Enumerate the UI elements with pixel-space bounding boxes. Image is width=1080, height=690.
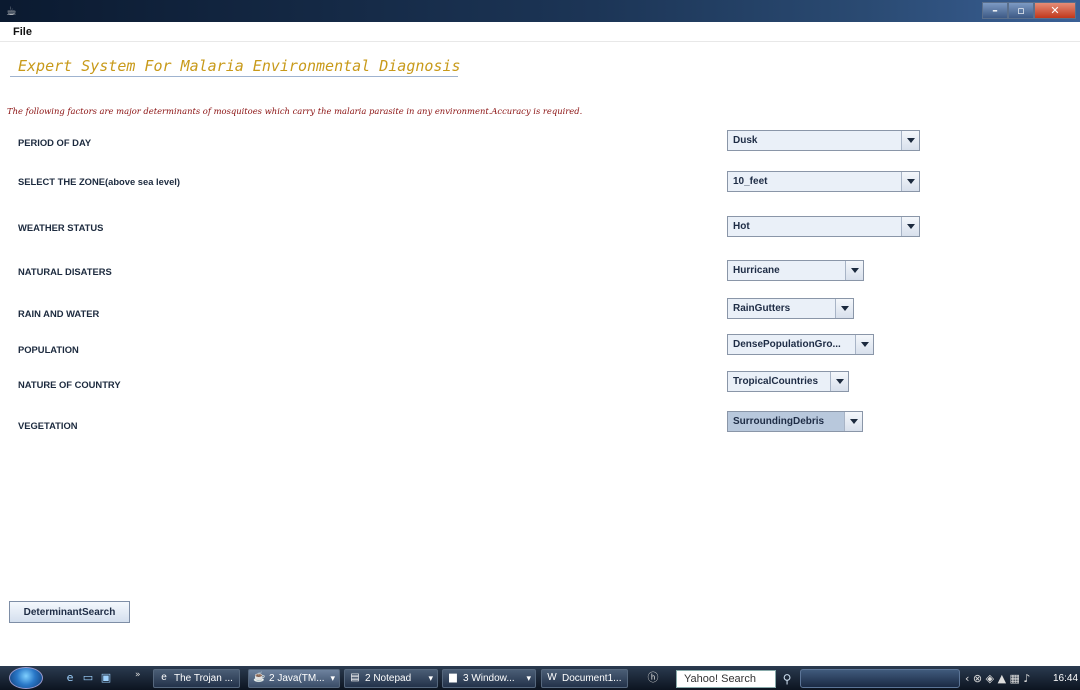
label-zone: SELECT THE ZONE(above sea level) xyxy=(18,176,181,187)
select-value: TropicalCountries xyxy=(733,376,819,387)
dropdown-arrow-icon[interactable] xyxy=(835,299,853,318)
close-button[interactable]: ✕ xyxy=(1034,2,1076,19)
menu-file[interactable]: File xyxy=(13,26,32,38)
select-value: Dusk xyxy=(733,135,758,146)
population-select[interactable]: DensePopulationGro... xyxy=(727,334,874,355)
select-value: 10_feet xyxy=(733,176,768,187)
label-nature-of-country: NATURE OF COUNTRY xyxy=(18,379,121,390)
tray-icons[interactable]: ‹ ⊗ ◈ ▲ ▦ ♪ xyxy=(965,670,1030,687)
switch-windows-icon[interactable]: ▣ xyxy=(98,671,114,685)
vegetation-select[interactable]: SurroundingDebris xyxy=(727,411,863,432)
select-value: Hot xyxy=(733,221,750,232)
period-of-day-select[interactable]: Dusk xyxy=(727,130,920,151)
chevron-down-icon: ▾ xyxy=(428,673,433,683)
folder-icon: ▆ xyxy=(449,672,457,683)
label-vegetation: VEGETATION xyxy=(18,420,78,431)
app-title: Expert System For Malaria Environmental … xyxy=(18,57,461,75)
taskbar-item-windows[interactable]: ▆ 3 Window... ▾ xyxy=(442,669,536,688)
ie-icon: e xyxy=(161,672,167,683)
label-weather-status: WEATHER STATUS xyxy=(18,222,104,233)
taskbar-item-label: 2 Notepad xyxy=(365,673,412,684)
ie-quicklaunch-icon[interactable]: e xyxy=(62,671,78,685)
hp-icon[interactable]: ⓗ xyxy=(640,671,666,685)
clock: 16:44 xyxy=(1053,673,1079,684)
window-controls: – ▫ ✕ xyxy=(982,2,1076,19)
title-underline xyxy=(10,76,458,77)
determinant-search-button[interactable]: DeterminantSearch xyxy=(9,601,130,623)
maximize-button[interactable]: ▫ xyxy=(1008,2,1034,19)
dropdown-arrow-icon[interactable] xyxy=(901,217,919,236)
chevron-down-icon: ▾ xyxy=(330,673,335,683)
yahoo-search-input[interactable]: Yahoo! Search xyxy=(676,670,776,688)
dropdown-arrow-icon[interactable] xyxy=(844,412,862,431)
label-population: POPULATION xyxy=(18,344,79,355)
minimize-button[interactable]: – xyxy=(982,2,1008,19)
start-button[interactable] xyxy=(9,667,43,689)
notepad-icon: ▤ xyxy=(350,672,360,683)
java-icon: ☕ xyxy=(253,672,266,683)
select-value: SurroundingDebris xyxy=(733,416,825,427)
chevron-down-icon: ▾ xyxy=(526,673,531,683)
media-toolbar[interactable] xyxy=(800,669,960,688)
select-value: DensePopulationGro... xyxy=(733,339,841,350)
taskbar-item-document[interactable]: W Document1... xyxy=(541,669,628,688)
taskbar-item-notepad[interactable]: ▤ 2 Notepad ▾ xyxy=(344,669,438,688)
dropdown-arrow-icon[interactable] xyxy=(855,335,873,354)
dropdown-arrow-icon[interactable] xyxy=(901,131,919,150)
label-rain-and-water: RAIN AND WATER xyxy=(18,308,100,319)
taskbar-item-label: Document1... xyxy=(562,673,622,684)
window-title-bar: ☕ – ▫ ✕ xyxy=(0,0,1080,22)
taskbar-item-java[interactable]: ☕ 2 Java(TM... ▾ xyxy=(248,669,340,688)
quicklaunch-chevron-icon[interactable]: » xyxy=(135,670,141,680)
natural-disasters-select[interactable]: Hurricane xyxy=(727,260,864,281)
taskbar-item-label: 3 Window... xyxy=(463,673,515,684)
dropdown-arrow-icon[interactable] xyxy=(901,172,919,191)
weather-status-select[interactable]: Hot xyxy=(727,216,920,237)
rain-and-water-select[interactable]: RainGutters xyxy=(727,298,854,319)
nature-of-country-select[interactable]: TropicalCountries xyxy=(727,371,849,392)
dropdown-arrow-icon[interactable] xyxy=(845,261,863,280)
taskbar-item-trojan[interactable]: e The Trojan ... xyxy=(153,669,240,688)
word-icon: W xyxy=(547,672,557,683)
taskbar-item-label: The Trojan ... xyxy=(174,673,233,684)
select-value: RainGutters xyxy=(733,303,791,314)
zone-select[interactable]: 10_feet xyxy=(727,171,920,192)
label-period-of-day: PERIOD OF DAY xyxy=(18,137,92,148)
intro-text: The following factors are major determin… xyxy=(7,106,583,116)
label-natural-disasters: NATURAL DISATERS xyxy=(18,266,112,277)
java-app-icon: ☕ xyxy=(6,4,17,18)
taskbar-item-label: 2 Java(TM... xyxy=(269,673,325,684)
select-value: Hurricane xyxy=(733,265,780,276)
search-icon[interactable]: ⚲ xyxy=(779,670,795,688)
menu-bar: File xyxy=(0,22,1080,42)
show-desktop-icon[interactable]: ▭ xyxy=(80,671,96,685)
dropdown-arrow-icon[interactable] xyxy=(830,372,848,391)
